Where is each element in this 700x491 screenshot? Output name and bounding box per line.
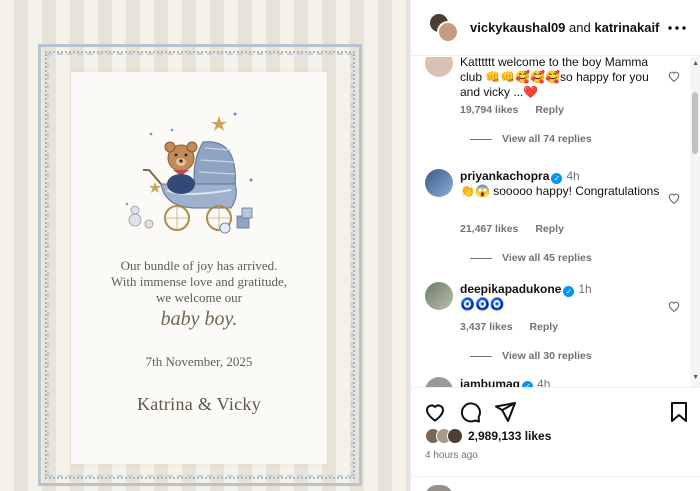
author-link-2[interactable]: katrinakaif bbox=[594, 20, 659, 35]
comment-likes[interactable]: 3,437 likes bbox=[460, 321, 513, 333]
comment-likes[interactable]: 19,794 likes bbox=[460, 104, 518, 116]
next-section-divider bbox=[411, 476, 700, 491]
parent-names: Katrina & Vicky bbox=[136, 394, 262, 414]
like-comment-button[interactable] bbox=[667, 69, 681, 83]
post-sidebar: vickykaushal09 and katrinakaif Katttttt … bbox=[410, 0, 700, 491]
share-icon bbox=[495, 402, 516, 422]
comment-time: 4h bbox=[537, 377, 551, 387]
comment-button[interactable] bbox=[458, 400, 482, 424]
comment-meta: 3,437 likes Reply bbox=[460, 321, 572, 333]
comment-likes[interactable]: 21,467 likes bbox=[460, 223, 518, 235]
view-replies-button[interactable]: View all 74 replies bbox=[470, 133, 592, 145]
avatar[interactable] bbox=[425, 57, 453, 77]
comment-meta: 21,467 likes Reply bbox=[460, 223, 578, 235]
heart-icon bbox=[668, 71, 680, 82]
comment-time: 1h bbox=[578, 282, 592, 296]
heart-icon bbox=[668, 193, 680, 204]
like-button[interactable] bbox=[423, 400, 447, 424]
comment-text: 👏😱 sooooo happy! Congratulations bbox=[460, 184, 660, 198]
view-replies-label: View all 74 replies bbox=[502, 133, 592, 145]
reply-button[interactable]: Reply bbox=[535, 104, 564, 116]
comment-body: priyankachopra ✓ 4h 👏😱 sooooo happy! Congr… bbox=[460, 169, 660, 199]
avatar[interactable] bbox=[425, 377, 453, 387]
baby-boy-text: baby boy. bbox=[160, 308, 238, 330]
post-authors: vickykaushal09 and katrinakaif bbox=[470, 20, 659, 35]
message-line-2: With immense love and gratitude, bbox=[110, 274, 287, 289]
author-and: and bbox=[569, 20, 591, 35]
comment-username[interactable]: iambumag bbox=[460, 377, 520, 387]
avatar bbox=[437, 20, 459, 43]
teddy-pram-illustration bbox=[125, 112, 253, 234]
like-comment-button[interactable] bbox=[667, 191, 681, 205]
view-replies-button[interactable]: View all 45 replies bbox=[470, 252, 592, 264]
author-link-1[interactable]: vickykaushal09 bbox=[470, 20, 565, 35]
message-line-1: Our bundle of joy has arrived. bbox=[120, 258, 278, 273]
avatar[interactable] bbox=[425, 282, 453, 310]
share-button[interactable] bbox=[493, 400, 517, 424]
comment-body: deepikapadukone ✓ 1h 🧿🧿🧿 bbox=[460, 282, 660, 312]
avatar[interactable] bbox=[425, 169, 453, 197]
heart-icon bbox=[668, 301, 680, 312]
comment-username[interactable]: priyankachopra bbox=[460, 169, 549, 183]
comment-icon bbox=[461, 402, 481, 423]
scrollbar-thumb[interactable] bbox=[692, 92, 698, 154]
heart-icon bbox=[425, 404, 445, 422]
author-avatars[interactable] bbox=[428, 11, 460, 44]
comments-list: Katttttt welcome to the boy Mamma club 👊… bbox=[411, 57, 691, 387]
view-replies-label: View all 30 replies bbox=[502, 350, 592, 362]
post-image[interactable]: Our bundle of joy has arrived. With imme… bbox=[0, 0, 410, 491]
more-icon bbox=[668, 26, 686, 30]
reply-button[interactable]: Reply bbox=[535, 223, 564, 235]
scroll-down-arrow-icon[interactable]: ▼ bbox=[692, 374, 699, 381]
verified-icon: ✓ bbox=[551, 173, 563, 184]
bookmark-icon bbox=[671, 402, 687, 422]
verified-icon: ✓ bbox=[563, 286, 575, 297]
message-line-3: we welcome our bbox=[156, 290, 242, 305]
announcement-card: Our bundle of joy has arrived. With imme… bbox=[71, 72, 327, 464]
post-header: vickykaushal09 and katrinakaif bbox=[411, 0, 700, 56]
comment-username[interactable]: deepikapadukone bbox=[460, 282, 561, 296]
avatar bbox=[447, 428, 463, 444]
scroll-up-arrow-icon[interactable]: ▲ bbox=[692, 60, 699, 67]
save-button[interactable] bbox=[667, 400, 691, 424]
comment-meta: 19,794 likes Reply bbox=[460, 104, 578, 116]
reply-button[interactable]: Reply bbox=[529, 321, 558, 333]
comment-time: 4h bbox=[566, 169, 580, 183]
comment-text: 🧿🧿🧿 bbox=[460, 297, 505, 311]
likes-summary[interactable]: 2,989,133 likes bbox=[425, 428, 551, 444]
comment-body: iambumag ✓ 4h bbox=[460, 377, 660, 387]
view-replies-button[interactable]: View all 30 replies bbox=[470, 350, 592, 362]
comment-text: Katttttt welcome to the boy Mamma club 👊… bbox=[460, 57, 649, 99]
post-timestamp[interactable]: 4 hours ago bbox=[425, 450, 478, 461]
announcement-message: Our bundle of joy has arrived. With imme… bbox=[71, 258, 327, 306]
view-replies-label: View all 45 replies bbox=[502, 252, 592, 264]
more-options-button[interactable] bbox=[665, 16, 689, 40]
birth-date: 7th November, 2025 bbox=[145, 354, 253, 369]
like-comment-button[interactable] bbox=[667, 299, 681, 313]
likes-count[interactable]: 2,989,133 likes bbox=[468, 429, 551, 443]
